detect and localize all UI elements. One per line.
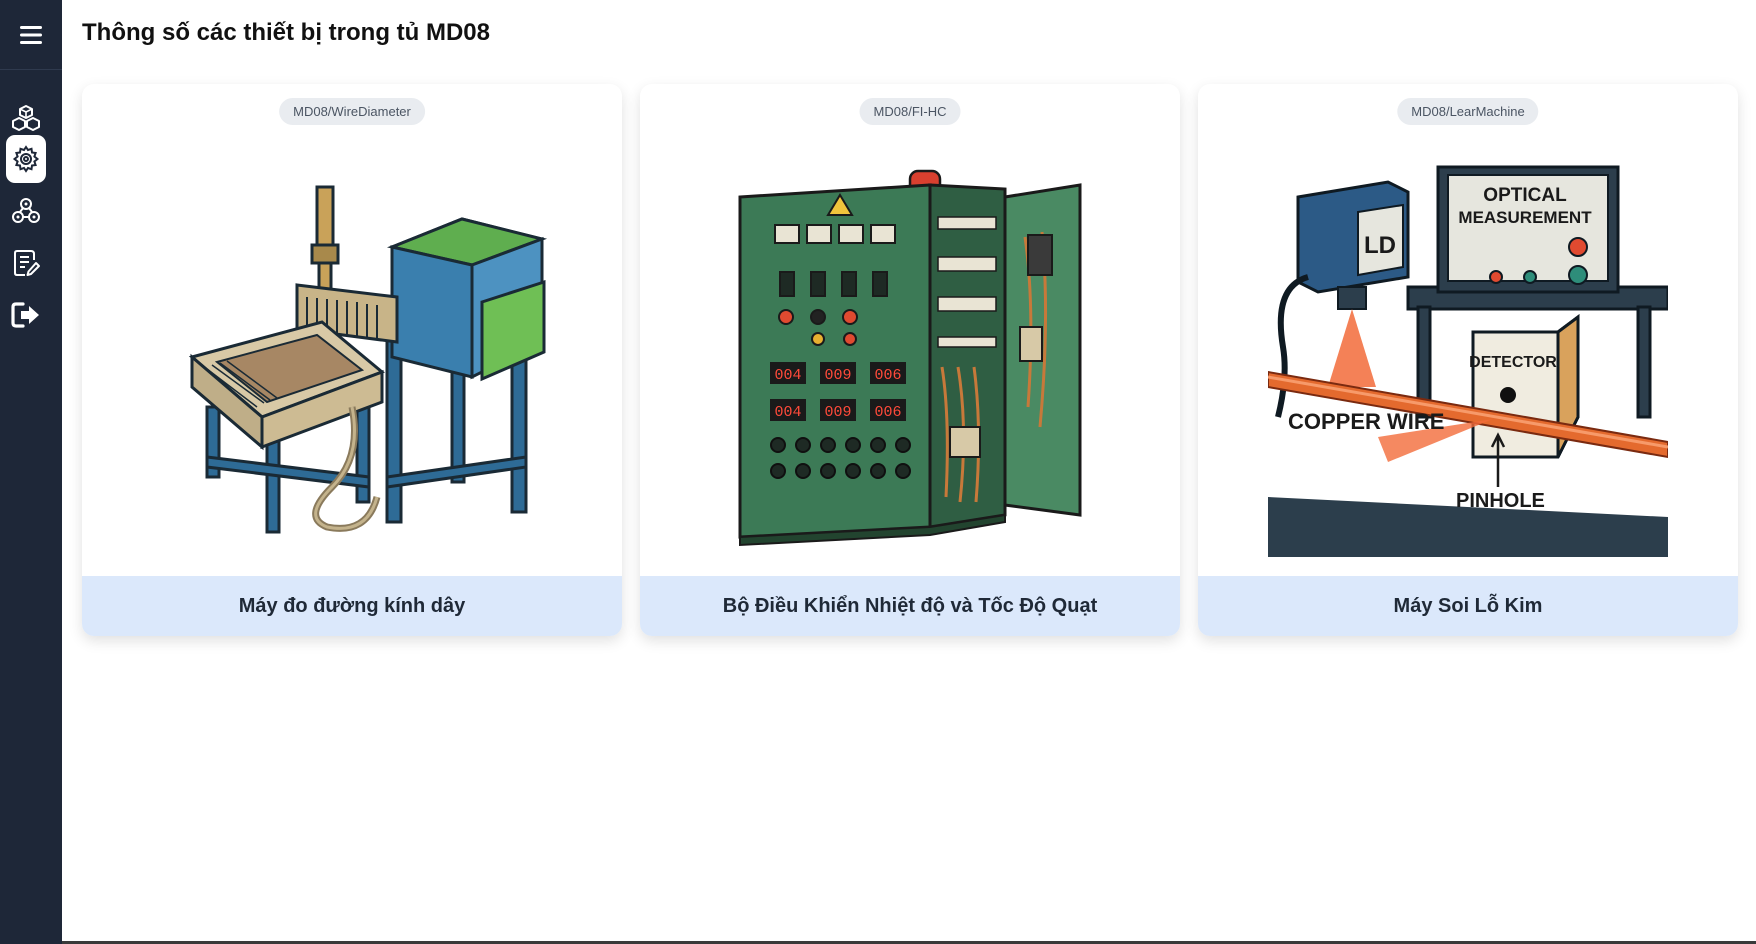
- hamburger-icon: [20, 25, 42, 44]
- app-window: Thông số các thiết bị trong tủ MD08 MD08…: [0, 0, 1756, 944]
- menu-toggle-button[interactable]: [0, 0, 62, 70]
- device-tag: MD08/FI-HC: [859, 98, 961, 125]
- display-readout: 009: [824, 367, 851, 384]
- nav-item-logout[interactable]: [6, 291, 46, 339]
- display-readout: 006: [874, 367, 901, 384]
- device-card-title: Máy Soi Lỗ Kim: [1198, 576, 1738, 636]
- copper-wire-label: COPPER WIRE: [1288, 409, 1444, 434]
- measurement-label: MEASUREMENT: [1458, 208, 1592, 227]
- display-readout: 009: [824, 404, 851, 421]
- nav-item-reports[interactable]: [6, 239, 46, 287]
- boxes-icon: [12, 105, 40, 131]
- device-card-lear-machine[interactable]: MD08/LearMachine OPTICAL MEASUREMENT LD …: [1198, 84, 1738, 636]
- main-content: Thông số các thiết bị trong tủ MD08 MD08…: [62, 0, 1756, 944]
- display-readout: 004: [774, 367, 801, 384]
- device-card-fi-hc[interactable]: MD08/FI-HC 004 009 006 004 009 006 Bộ Đi…: [640, 84, 1180, 636]
- control-cabinet-image: 004 009 006 004 009 006: [640, 138, 1180, 576]
- device-tag: MD08/LearMachine: [1397, 98, 1539, 125]
- pinhole-label: PINHOLE: [1456, 490, 1545, 512]
- logout-icon: [11, 302, 39, 328]
- edit-document-icon: [14, 250, 40, 276]
- nav-item-settings[interactable]: [6, 135, 46, 183]
- device-card-title: Bộ Điều Khiển Nhiệt độ và Tốc Độ Quạt: [640, 576, 1180, 636]
- display-readout: 004: [774, 404, 801, 421]
- device-tag: MD08/WireDiameter: [279, 98, 425, 125]
- device-card-wire-diameter[interactable]: MD08/WireDiameter Máy đo đường kính dây: [82, 84, 622, 636]
- display-readout: 006: [874, 404, 901, 421]
- gear-icon: [12, 145, 40, 173]
- page-title: Thông số các thiết bị trong tủ MD08: [82, 19, 490, 46]
- wire-diameter-machine-image: [82, 138, 622, 576]
- network-icon: [12, 198, 40, 223]
- detector-label: DETECTOR: [1469, 354, 1557, 371]
- sidebar: [0, 0, 62, 944]
- pinhole-detector-image: OPTICAL MEASUREMENT LD DETECTOR COPPER W…: [1198, 138, 1738, 576]
- nav-item-network[interactable]: [6, 187, 46, 235]
- ld-label: LD: [1364, 232, 1396, 259]
- device-card-title: Máy đo đường kính dây: [82, 576, 622, 636]
- optical-label: OPTICAL: [1483, 185, 1567, 206]
